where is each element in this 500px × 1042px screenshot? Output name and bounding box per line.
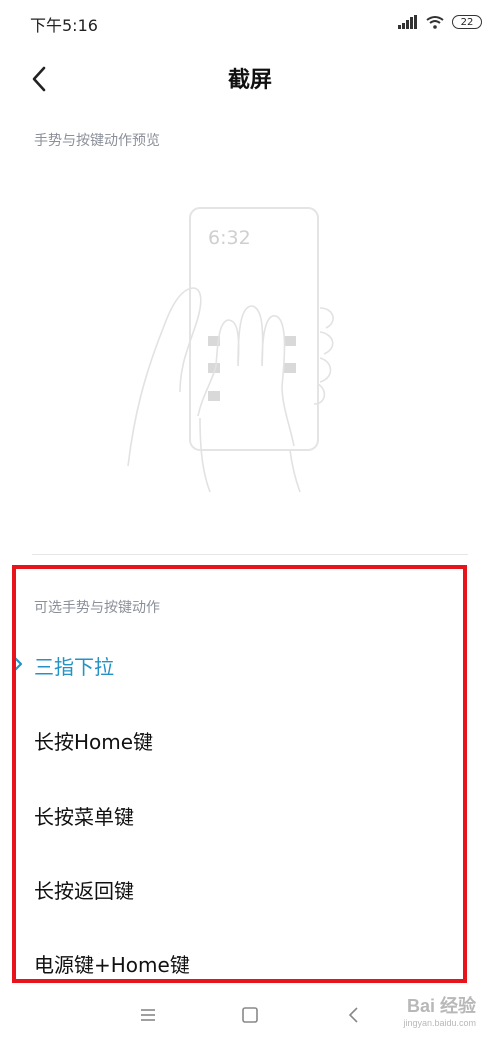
option-label: 三指下拉 bbox=[34, 655, 114, 679]
selected-check-icon bbox=[13, 656, 23, 672]
status-icons: 22 bbox=[398, 12, 482, 32]
option-long-press-menu[interactable]: 长按菜单键 bbox=[0, 787, 500, 847]
status-time: 下午5:16 bbox=[30, 16, 98, 35]
phone-clock: 6:32 bbox=[208, 227, 251, 249]
option-long-press-home[interactable]: 长按Home键 bbox=[0, 712, 500, 772]
menu-icon[interactable] bbox=[134, 1002, 162, 1028]
signal-icon bbox=[398, 15, 417, 29]
back-chevron-icon[interactable] bbox=[340, 1002, 368, 1028]
option-label: 长按菜单键 bbox=[34, 805, 134, 829]
preview-section-label: 手势与按键动作预览 bbox=[34, 133, 160, 149]
navigation-bar: Bai 经验 jingyan.baidu.com bbox=[0, 990, 500, 1042]
section-divider bbox=[32, 554, 468, 555]
header: 截屏 bbox=[0, 52, 500, 106]
screenshot-settings-screen: 下午5:16 22 截屏 手势与按键动作预览 6:32 可选手势与按键动作 三指… bbox=[0, 0, 500, 1042]
option-label: 长按返回键 bbox=[34, 879, 134, 903]
gesture-preview-illustration: 6:32 bbox=[127, 207, 334, 493]
option-label: 电源键+Home键 bbox=[34, 953, 190, 977]
page-title: 截屏 bbox=[227, 68, 272, 93]
battery-icon: 22 bbox=[452, 15, 482, 29]
battery-level: 22 bbox=[460, 17, 474, 28]
option-power-plus-home[interactable]: 电源键+Home键 bbox=[0, 935, 500, 995]
options-section-label: 可选手势与按键动作 bbox=[34, 600, 160, 616]
watermark-brand: Bai 经验 bbox=[406, 996, 476, 1016]
option-long-press-back[interactable]: 长按返回键 bbox=[0, 861, 500, 921]
watermark-url: jingyan.baidu.com bbox=[403, 1018, 476, 1028]
option-label: 长按Home键 bbox=[34, 730, 154, 754]
option-three-finger-swipe[interactable]: 三指下拉 bbox=[0, 637, 500, 697]
status-bar: 下午5:16 22 bbox=[0, 0, 500, 44]
wifi-icon bbox=[426, 16, 444, 29]
home-square-icon[interactable] bbox=[236, 1002, 264, 1028]
watermark: Bai 经验 jingyan.baidu.com bbox=[403, 992, 476, 1028]
